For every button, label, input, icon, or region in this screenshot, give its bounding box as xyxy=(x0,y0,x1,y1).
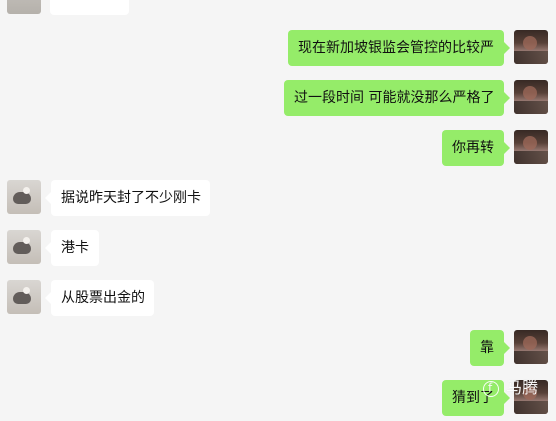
avatar[interactable] xyxy=(514,380,548,414)
message-bubble[interactable]: 现在新加坡银监会管控的比较严 xyxy=(288,30,510,66)
avatar[interactable] xyxy=(7,230,41,264)
message-text: 过一段时间 可能就没那么严格了 xyxy=(294,90,495,106)
avatar[interactable] xyxy=(514,30,548,64)
message-bubble[interactable]: 靠 xyxy=(470,330,510,366)
avatar[interactable] xyxy=(514,80,548,114)
message-text: 港卡 xyxy=(61,240,89,256)
chat-window: 现在新加坡银监会管控的比较严 过一段时间 可能就没那么严格了 你再转 据说昨天封… xyxy=(0,0,556,421)
message-bubble[interactable] xyxy=(50,0,129,15)
avatar[interactable] xyxy=(7,180,41,214)
message-text: 猜到了 xyxy=(452,390,494,406)
message-text: 你再转 xyxy=(452,140,494,156)
message-text: 现在新加坡银监会管控的比较严 xyxy=(298,40,494,56)
avatar[interactable] xyxy=(514,130,548,164)
message-text: 从股票出金的 xyxy=(61,290,145,306)
message-bubble[interactable]: 港卡 xyxy=(45,230,99,266)
message-bubble[interactable]: 从股票出金的 xyxy=(45,280,154,316)
message-bubble[interactable]: 猜到了 xyxy=(442,380,510,416)
message-bubble[interactable]: 过一段时间 可能就没那么严格了 xyxy=(284,80,510,116)
message-text: 靠 xyxy=(480,340,494,356)
avatar[interactable] xyxy=(514,330,548,364)
message-bubble[interactable]: 你再转 xyxy=(442,130,510,166)
avatar[interactable] xyxy=(7,280,41,314)
message-bubble[interactable]: 据说昨天封了不少刚卡 xyxy=(45,180,210,216)
avatar[interactable] xyxy=(7,0,41,14)
message-text: 据说昨天封了不少刚卡 xyxy=(61,190,201,206)
